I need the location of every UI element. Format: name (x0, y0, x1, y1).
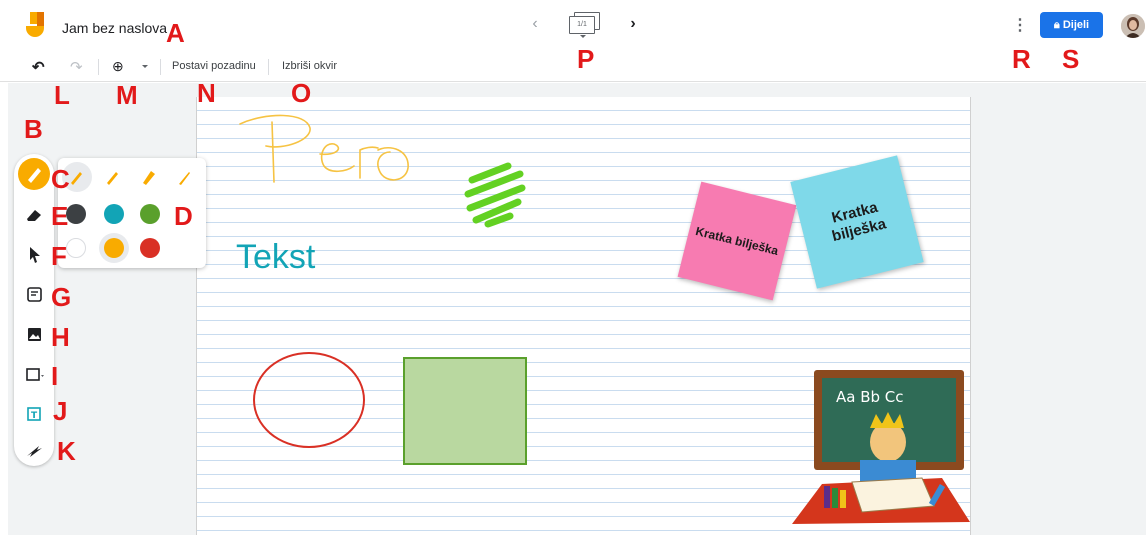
shape-icon (26, 368, 44, 381)
pen-icon (28, 168, 41, 183)
tool-eraser[interactable] (18, 198, 50, 230)
annotation-label: K (57, 436, 76, 466)
pen-type-highlighter-icon[interactable] (140, 168, 158, 186)
tool-pen[interactable] (18, 158, 50, 190)
eraser-icon (27, 210, 41, 221)
annotation-label: E (51, 201, 69, 231)
avatar[interactable] (1121, 14, 1145, 38)
tool-image[interactable] (18, 318, 50, 350)
pointer-icon (30, 247, 40, 263)
redo-icon[interactable]: ↷ (70, 58, 83, 76)
lock-icon: 🔒︎ (1053, 19, 1060, 31)
tool-select[interactable] (18, 238, 50, 270)
clear-frame-button[interactable]: Izbriši okvir (282, 60, 337, 72)
text-box-icon: T (27, 407, 41, 421)
toolbar-divider (268, 59, 269, 75)
tool-laser[interactable] (18, 434, 50, 466)
undo-icon[interactable]: ↶ (32, 58, 45, 76)
annotation-label: N (197, 78, 216, 108)
ellipse-shape[interactable] (253, 352, 365, 448)
tool-text-box[interactable]: T (18, 398, 50, 430)
color-swatch-white[interactable] (66, 238, 86, 258)
avatar-image (1121, 14, 1145, 38)
share-button[interactable]: 🔒︎ Dijeli (1040, 12, 1103, 38)
annotation-label: S (1062, 44, 1080, 74)
zoom-dropdown-icon[interactable] (142, 65, 148, 68)
pen-type-brush-icon[interactable] (176, 168, 194, 186)
set-background-button[interactable]: Postavi pozadinu (172, 60, 256, 72)
annotation-label: I (51, 361, 59, 391)
svg-text:T: T (31, 411, 38, 421)
annotation-label: O (291, 78, 312, 108)
svg-text:Aa Bb Cc: Aa Bb Cc (836, 388, 904, 406)
annotation-label: R (1012, 44, 1031, 74)
laser-icon (27, 446, 42, 457)
chevron-left-icon[interactable]: ‹ (528, 14, 542, 34)
annotation-label: P (577, 44, 595, 74)
annotation-label: H (51, 322, 70, 352)
caret-down-icon (580, 35, 586, 38)
tool-shape[interactable] (18, 358, 50, 390)
annotation-label: C (51, 164, 70, 194)
tool-sticky-note[interactable] (18, 278, 50, 310)
green-scribble[interactable] (462, 158, 526, 228)
annotation-label: G (51, 282, 72, 312)
toolbar-divider (160, 59, 161, 75)
annotation-label: J (53, 396, 68, 426)
annotation-label: M (116, 80, 138, 110)
more-vert-icon[interactable]: ⋮ (1012, 16, 1028, 36)
frame-bar-button[interactable]: 1/1 (566, 10, 602, 40)
color-swatch-teal[interactable] (104, 204, 124, 224)
frame-counter: 1/1 (569, 16, 595, 34)
canvas-text[interactable]: Tekst (236, 238, 315, 277)
annotation-label: L (54, 80, 70, 110)
annotation-label: A (166, 18, 185, 48)
document-title[interactable]: Jam bez naslova (62, 20, 167, 36)
rectangle-shape[interactable] (403, 357, 527, 465)
annotation-label: F (51, 241, 67, 271)
tool-rail: T (14, 154, 54, 466)
jamboard-app: Jam bez naslova ‹ 1/1 › ⋮ 🔒︎ Dijeli ↶ ↷ … (0, 0, 1146, 535)
annotation-label: B (24, 114, 43, 144)
color-swatch-red[interactable] (140, 238, 160, 258)
color-swatch-green[interactable] (140, 204, 160, 224)
color-swatch-yellow[interactable] (104, 238, 124, 258)
pen-type-marker-icon[interactable] (104, 168, 122, 186)
chalkboard-clipart-image[interactable]: Aa Bb Cc (792, 366, 970, 526)
toolbar: ↶ ↷ ⊕ Postavi pozadinu Izbriši okvir (0, 52, 1146, 82)
annotation-label: D (174, 201, 193, 231)
image-icon (28, 328, 41, 341)
pen-type-pen-icon[interactable] (68, 168, 86, 186)
color-swatch-dark-grey[interactable] (66, 204, 86, 224)
jamboard-logo-icon[interactable] (22, 12, 44, 40)
zoom-icon[interactable]: ⊕ (112, 58, 124, 75)
handwriting-pero[interactable] (236, 110, 416, 190)
share-label: Dijeli (1062, 19, 1090, 31)
toolbar-divider (98, 59, 99, 75)
chevron-right-icon[interactable]: › (626, 14, 640, 34)
sticky-note-icon (27, 287, 42, 302)
